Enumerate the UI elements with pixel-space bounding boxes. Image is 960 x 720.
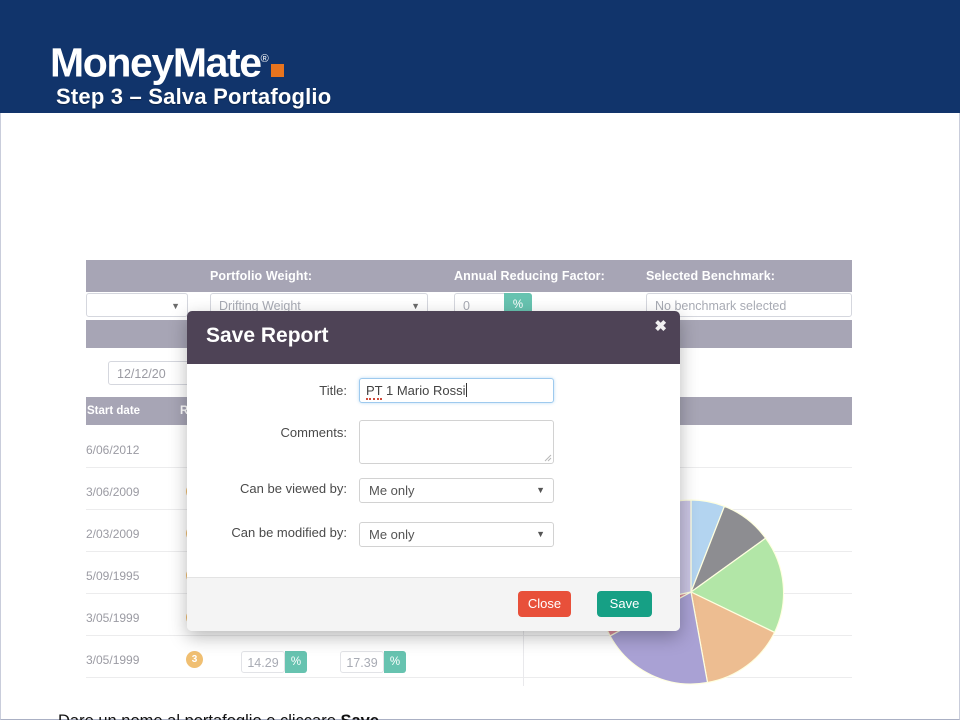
table-row: 3/06/2009: [86, 485, 140, 499]
comments-field-label: Comments:: [280, 425, 347, 440]
annual-reducing-factor-label: Annual Reducing Factor:: [454, 269, 605, 283]
dialog-footer: Close Save: [187, 577, 680, 631]
title-field-label: Title:: [319, 383, 347, 398]
risk-badge: 3: [186, 651, 203, 668]
modified-by-label: Can be modified by:: [231, 525, 347, 540]
page-title: Step 3 – Salva Portafoglio: [56, 84, 332, 109]
table-row: 6/06/2012: [86, 443, 140, 457]
percent-badge: %: [285, 651, 307, 673]
text-cursor-icon: [466, 383, 468, 397]
close-icon[interactable]: ✖: [654, 317, 667, 335]
caption-line-1-text: Dare un nome al portafoglio e cliccare: [58, 712, 340, 720]
save-report-dialog: Save Report ✖ Title: PT 1 Mario Rossi Co…: [187, 311, 680, 631]
caption-block: Dare un nome al portafoglio e cliccare S…: [58, 708, 858, 720]
column-header-start-date: Start date: [87, 405, 141, 417]
portfolio-weight-label: Portfolio Weight:: [210, 269, 313, 283]
viewed-by-select[interactable]: Me only ▼: [359, 478, 554, 503]
close-button[interactable]: Close: [518, 591, 571, 617]
chevron-down-icon: ▼: [171, 301, 180, 311]
viewed-by-label: Can be viewed by:: [240, 481, 347, 496]
chevron-down-icon: ▼: [536, 529, 545, 539]
save-button[interactable]: Save: [597, 591, 652, 617]
title-value-rest: 1 Mario Rossi: [386, 383, 466, 398]
viewed-by-value: Me only: [369, 483, 415, 498]
table-row: 3/05/1999: [86, 611, 140, 625]
value-cell: 17.39: [340, 651, 384, 673]
table-row: 3/05/1999: [86, 653, 140, 667]
date-value: 12/12/20: [117, 367, 166, 381]
modified-by-select[interactable]: Me only ▼: [359, 522, 554, 547]
moneymate-logo: MoneyMate®: [50, 36, 284, 86]
dialog-title: Save Report: [206, 324, 329, 347]
value-cell: 14.29: [241, 651, 285, 673]
logo-square-dot-icon: [270, 63, 284, 77]
caption-line-1-bold: Save.: [340, 712, 383, 720]
dialog-header: Save Report ✖: [187, 311, 680, 364]
registered-trademark-icon: ®: [260, 53, 269, 65]
chevron-down-icon: ▼: [536, 485, 545, 495]
table-row: 5/09/1995: [86, 569, 140, 583]
percent-badge: %: [384, 651, 406, 673]
slide-body: Portfolio Weight: Annual Reducing Factor…: [0, 113, 960, 720]
slide-header: MoneyMate® Step 3 – Salva Portafoglio: [0, 0, 960, 113]
app-screenshot: Portfolio Weight: Annual Reducing Factor…: [86, 258, 852, 686]
resize-handle-icon[interactable]: [543, 453, 552, 462]
slide-page: MoneyMate® Step 3 – Salva Portafoglio Po…: [0, 0, 960, 720]
title-input[interactable]: PT 1 Mario Rossi: [359, 378, 554, 403]
selected-benchmark-label: Selected Benchmark:: [646, 269, 776, 283]
left-dropdown[interactable]: ▼: [86, 293, 188, 317]
table-row: 2/03/2009: [86, 527, 140, 541]
title-value-prefix: PT: [366, 383, 383, 400]
dialog-body: Title: PT 1 Mario Rossi Comments: Can be…: [187, 364, 680, 577]
modified-by-value: Me only: [369, 527, 415, 542]
caption-line-1: Dare un nome al portafoglio e cliccare S…: [58, 708, 858, 720]
comments-textarea[interactable]: [359, 420, 554, 464]
logo-wordmark: MoneyMate: [50, 39, 262, 86]
